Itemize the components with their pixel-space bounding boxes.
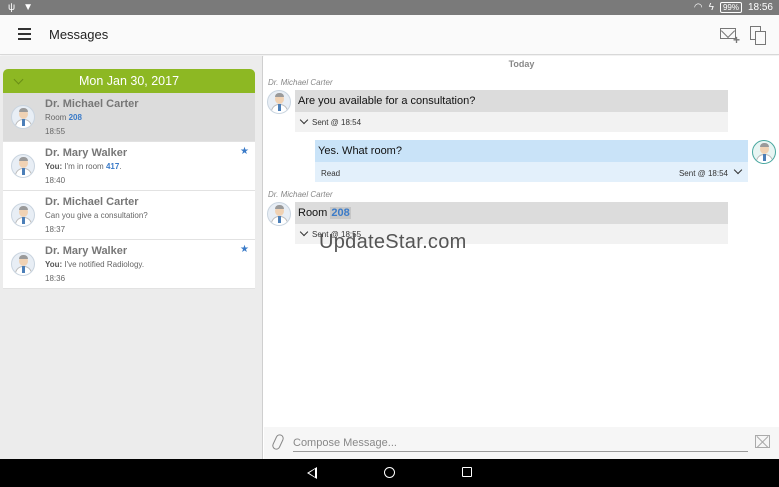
back-icon[interactable] <box>307 467 317 479</box>
incoming-message[interactable]: Are you available for a consultation? Se… <box>267 90 728 132</box>
system-nav-bar <box>0 459 779 487</box>
message-preview: You: I'm in room 417. <box>45 162 122 171</box>
watermark: UpdateStar.com <box>319 231 467 253</box>
day-separator: Today <box>508 59 535 69</box>
star-icon[interactable]: ★ <box>240 244 249 255</box>
message-time: 18:55 <box>45 127 66 136</box>
date-group-header[interactable]: Mon Jan 30, 2017 <box>3 69 255 93</box>
message-time: 18:37 <box>45 225 66 234</box>
battery-indicator: 99% <box>719 2 742 13</box>
contact-name: Dr. Mary Walker <box>45 147 128 159</box>
android-icon: ▼ <box>23 2 34 13</box>
contact-name: Dr. Michael Carter <box>45 98 139 110</box>
avatar <box>11 154 35 178</box>
conversation-pane: Mon Jan 30, 2017 Dr. Michael Carter Room… <box>0 56 263 459</box>
compose-bar <box>264 427 779 459</box>
menu-icon[interactable] <box>18 28 31 40</box>
read-receipt: Read <box>321 169 341 178</box>
sender-name: Dr. Michael Carter <box>268 190 333 199</box>
new-message-icon[interactable]: + <box>720 26 742 47</box>
conversation-item[interactable]: Dr. Michael Carter Can you give a consul… <box>3 191 255 240</box>
chevron-down-icon[interactable] <box>299 227 309 237</box>
message-text: Room 208 <box>295 202 728 224</box>
status-bar: ψ ▼ ◠ ϟ 99% 18:56 <box>0 0 779 15</box>
usb-icon: ψ <box>8 2 16 13</box>
avatar <box>11 203 35 227</box>
message-time: 18:40 <box>45 176 66 185</box>
attachment-icon[interactable] <box>270 433 286 451</box>
chevron-down-icon[interactable] <box>733 165 743 175</box>
wifi-icon: ◠ <box>693 2 703 13</box>
recent-apps-icon[interactable] <box>462 467 472 477</box>
message-preview: You: I've notified Radiology. <box>45 260 145 269</box>
message-text: Are you available for a consultation? <box>295 90 728 112</box>
message-status: Read Sent @ 18:54 <box>315 162 748 182</box>
room-number-link[interactable]: 208 <box>330 207 351 219</box>
home-icon[interactable] <box>384 467 395 478</box>
compose-input[interactable] <box>293 434 748 452</box>
sent-time: Sent @ 18:54 <box>678 169 728 178</box>
contact-name: Dr. Mary Walker <box>45 245 128 257</box>
chat-pane: Today Dr. Michael Carter Are you availab… <box>264 56 779 427</box>
avatar <box>11 252 35 276</box>
outgoing-message[interactable]: Yes. What room? Read Sent @ 18:54 <box>315 140 776 182</box>
avatar <box>11 105 35 129</box>
avatar <box>752 140 776 164</box>
message-text: Yes. What room? <box>315 140 748 162</box>
message-time: 18:36 <box>45 274 66 283</box>
clock: 18:56 <box>747 2 773 13</box>
conversation-item[interactable]: Dr. Mary Walker You: I'm in room 417. 18… <box>3 142 255 191</box>
date-group-label: Mon Jan 30, 2017 <box>78 74 180 88</box>
message-preview: Room 208 <box>45 113 82 122</box>
contacts-icon[interactable] <box>750 26 768 46</box>
conversation-item[interactable]: Dr. Michael Carter Room 208 18:55 <box>3 93 255 142</box>
contact-name: Dr. Michael Carter <box>45 196 139 208</box>
star-icon[interactable]: ★ <box>240 146 249 157</box>
chevron-down-icon[interactable] <box>299 115 309 125</box>
page-title: Messages <box>49 27 109 42</box>
app-bar: Messages + <box>0 15 779 55</box>
conversation-item[interactable]: Dr. Mary Walker You: I've notified Radio… <box>3 240 255 289</box>
message-preview: Can you give a consultation? <box>45 211 148 220</box>
message-status: Sent @ 18:54 <box>295 112 728 132</box>
avatar <box>267 202 291 226</box>
avatar <box>267 90 291 114</box>
charging-icon: ϟ <box>708 2 714 13</box>
conversation-list: Dr. Michael Carter Room 208 18:55 Dr. Ma… <box>3 93 255 289</box>
send-icon[interactable] <box>755 435 770 448</box>
sender-name: Dr. Michael Carter <box>268 78 333 87</box>
